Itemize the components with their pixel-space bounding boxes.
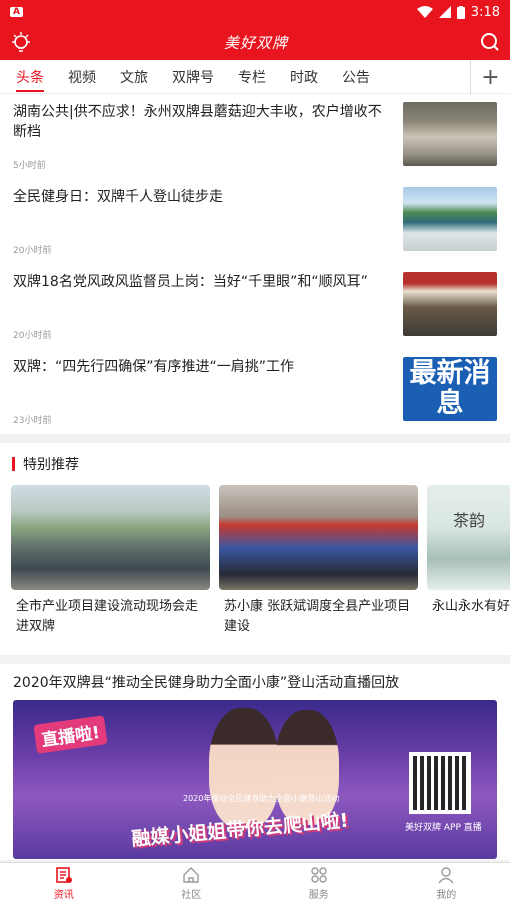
news-icon <box>55 867 72 883</box>
news-thumbnail <box>403 187 497 251</box>
lightbulb-icon[interactable] <box>10 31 32 53</box>
banner-live-label: 直播啦! <box>33 715 108 754</box>
recommend-card[interactable]: 全市产业项目建设流动现场会走进双牌 <box>11 485 210 645</box>
grid-icon <box>311 867 327 883</box>
live-replay-section[interactable]: 2020年双牌县“推动全民健身助力全面小康”登山活动直播回放 直播啦! 2020… <box>0 664 510 860</box>
news-thumbnail-latest: 最新消息 <box>403 357 497 421</box>
recommend-carousel[interactable]: 全市产业项目建设流动现场会走进双牌 苏小康 张跃斌调度全县产业项目建设 茶韵 永… <box>0 485 510 645</box>
nav-label: 资讯 <box>53 890 74 901</box>
news-time: 20小时前 <box>13 331 52 341</box>
news-title: 全民健身日：双牌千人登山徒步走 <box>13 189 223 205</box>
user-icon <box>438 867 454 884</box>
battery-icon <box>456 5 465 19</box>
banner-app-label: 美好双牌 APP 直播 <box>405 823 482 833</box>
news-time: 23小时前 <box>13 416 52 426</box>
tab-politics[interactable]: 时政 <box>278 60 330 94</box>
news-title: 双牌18名党风政风监督员上岗：当好“千里眼”和“顺风耳” <box>13 274 368 290</box>
special-recommend-section: 特别推荐 全市产业项目建设流动现场会走进双牌 苏小康 张跃斌调度全县产业项目建设… <box>0 443 510 655</box>
nav-label: 服务 <box>308 890 329 901</box>
nav-community[interactable]: 社区 <box>128 863 256 904</box>
card-image <box>11 485 210 590</box>
nav-label: 我的 <box>436 890 457 901</box>
add-channel-button[interactable]: + <box>470 60 510 94</box>
channel-tabs: 头条 视频 文旅 双牌号 专栏 时政 公告 + <box>0 60 510 94</box>
section-marker <box>12 457 15 471</box>
clock: 3:18 <box>470 4 500 20</box>
news-thumbnail <box>403 102 497 166</box>
live-title: 2020年双牌县“推动全民健身助力全面小康”登山活动直播回放 <box>13 675 400 691</box>
tab-shuangpai-account[interactable]: 双牌号 <box>160 60 226 94</box>
tab-video[interactable]: 视频 <box>56 60 108 94</box>
home-icon <box>183 867 199 883</box>
tab-column[interactable]: 专栏 <box>226 60 278 94</box>
notification-icon: A <box>10 7 23 17</box>
live-banner[interactable]: 直播啦! 2020年推动全民健身助力全面小康登山活动 融媒小姐姐带你去爬山啦! … <box>13 700 497 859</box>
section-title: 特别推荐 <box>23 457 79 473</box>
nav-label: 社区 <box>181 890 202 901</box>
host-portrait <box>209 708 279 828</box>
wifi-icon <box>416 6 433 18</box>
tab-culture-travel[interactable]: 文旅 <box>108 60 160 94</box>
app-logo: 美好双牌 <box>223 33 288 52</box>
app-bar: 美好双牌 <box>0 24 510 60</box>
news-item[interactable]: 双牌：“四先行四确保”有序推进“一肩挑”工作 23小时前 最新消息 <box>0 349 510 434</box>
card-title: 全市产业项目建设流动现场会走进双牌 <box>16 599 199 634</box>
status-icons: 3:18 <box>416 4 500 20</box>
news-item[interactable]: 双牌18名党风政风监督员上岗：当好“千里眼”和“顺风耳” 20小时前 <box>0 264 510 349</box>
news-title: 双牌：“四先行四确保”有序推进“一肩挑”工作 <box>13 359 295 375</box>
news-time: 20小时前 <box>13 246 52 256</box>
news-item[interactable]: 湖南公共|供不应求！永州双牌县蘑菇迎大丰收，农户增收不断档 5小时前 <box>0 94 510 179</box>
section-header: 特别推荐 <box>0 443 510 485</box>
news-list: 湖南公共|供不应求！永州双牌县蘑菇迎大丰收，农户增收不断档 5小时前 全民健身日：… <box>0 94 510 434</box>
news-title: 湖南公共|供不应求！永州双牌县蘑菇迎大丰收，农户增收不断档 <box>13 104 382 140</box>
tab-announcement[interactable]: 公告 <box>330 60 382 94</box>
card-title: 苏小康 张跃斌调度全县产业项目建设 <box>224 599 411 634</box>
nav-profile[interactable]: 我的 <box>383 863 510 904</box>
banner-subtitle: 2020年推动全民健身助力全面小康登山活动 <box>183 794 340 803</box>
bottom-navigation: 资讯 社区 服务 我的 <box>0 862 510 904</box>
card-image <box>219 485 418 590</box>
card-image: 茶韵 <box>427 485 510 590</box>
recommend-card[interactable]: 茶韵 永山永水有好茶 飘的双牌茶 <box>427 485 510 645</box>
status-bar: A 3:18 <box>0 0 510 24</box>
recommend-card[interactable]: 苏小康 张跃斌调度全县产业项目建设 <box>219 485 418 645</box>
qr-code <box>409 752 471 814</box>
news-thumbnail <box>403 272 497 336</box>
news-item[interactable]: 全民健身日：双牌千人登山徒步走 20小时前 <box>0 179 510 264</box>
card-title: 永山永水有好茶 飘的双牌茶 <box>432 599 510 614</box>
search-icon[interactable] <box>480 32 500 52</box>
nav-service[interactable]: 服务 <box>255 863 383 904</box>
signal-icon <box>438 6 451 18</box>
tab-headlines[interactable]: 头条 <box>4 60 56 94</box>
news-time: 5小时前 <box>13 161 46 171</box>
nav-news[interactable]: 资讯 <box>0 863 128 904</box>
